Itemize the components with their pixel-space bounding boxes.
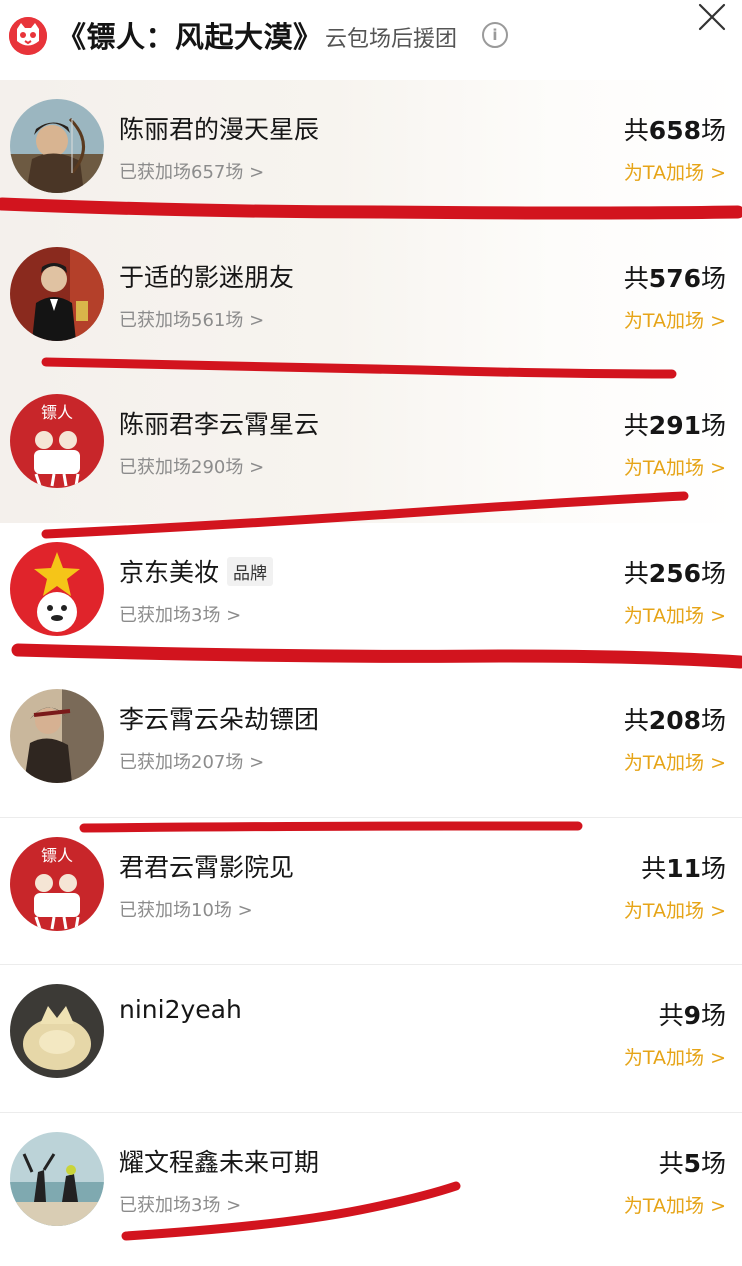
gained-count-link[interactable]: 已获加场3场 >	[119, 1191, 241, 1217]
avatar	[10, 541, 104, 636]
list-item[interactable]: 镖人 君君云霄影院见 已获加场10场 > 共11场 为TA加场 >	[0, 818, 742, 966]
group-name: 于适的影迷朋友	[119, 262, 295, 292]
total-count: 共11场	[641, 853, 726, 883]
total-count: 共658场	[623, 116, 726, 145]
list-item[interactable]: nini2yeah 共9场 为TA加场 >	[0, 965, 742, 1113]
total-count: 共9场	[658, 1001, 726, 1030]
boost-button[interactable]: 为TA加场 >	[624, 601, 726, 628]
list-item[interactable]: 镖人 陈丽君李云霄星云 已获加场290场 > 共291场 为TA加场 >	[0, 375, 742, 523]
gained-count-link[interactable]: 已获加场561场 >	[119, 306, 264, 332]
avatar: 镖人	[10, 836, 104, 931]
group-name: nini2yeah	[119, 995, 242, 1024]
boost-button[interactable]: 为TA加场 >	[624, 158, 726, 185]
gained-count-link[interactable]: 已获加场657场 >	[119, 158, 264, 184]
list-item[interactable]: 陈丽君的漫天星辰 已获加场657场 > 共658场 为TA加场 >	[0, 80, 742, 228]
list-item[interactable]: 于适的影迷朋友 已获加场561场 > 共576场 为TA加场 >	[0, 227, 742, 375]
group-name: 陈丽君的漫天星辰	[119, 115, 320, 144]
group-name: 君君云霄影院见	[119, 852, 295, 882]
list-item[interactable]: 耀文程鑫未来可期 已获加场3场 > 共5场 为TA加场 >	[0, 1113, 742, 1261]
total-count: 共208场	[623, 706, 726, 735]
avatar	[10, 984, 104, 1078]
page-title: 《镖人：风起大漠》	[57, 20, 323, 54]
total-count: 共256场	[623, 558, 726, 588]
group-name: 京东美妆 品牌	[119, 553, 274, 589]
boost-button[interactable]: 为TA加场 >	[624, 1191, 726, 1218]
list-item[interactable]: 李云霄云朵劫镖团 已获加场207场 > 共208场 为TA加场 >	[0, 670, 742, 818]
support-group-list: 陈丽君的漫天星辰 已获加场657场 > 共658场 为TA加场 > 于适的影迷朋…	[0, 80, 742, 1260]
total-count: 共5场	[658, 1148, 726, 1178]
group-name: 耀文程鑫未来可期	[119, 1147, 320, 1177]
group-name: 陈丽君李云霄星云	[119, 410, 320, 439]
gained-count-link[interactable]: 已获加场207场 >	[119, 748, 264, 774]
avatar	[10, 246, 104, 341]
list-item[interactable]: 京东美妆 品牌 已获加场3场 > 共256场 为TA加场 >	[0, 523, 742, 671]
brand-tag: 品牌	[227, 557, 274, 586]
boost-button[interactable]: 为TA加场 >	[624, 453, 726, 480]
close-icon[interactable]	[697, 2, 727, 32]
svg-text:镖人: 镖人	[41, 846, 73, 865]
page-subtitle: 云包场后援团	[325, 27, 458, 52]
avatar	[10, 99, 104, 193]
avatar	[10, 689, 104, 783]
header-bar: 《镖人：风起大漠》 云包场后援团 i	[0, 0, 742, 78]
gained-count-link[interactable]: 已获加场290场 >	[119, 453, 264, 479]
gained-count-link[interactable]: 已获加场10场 >	[119, 896, 253, 922]
gained-count-link[interactable]: 已获加场3场 >	[119, 601, 241, 627]
boost-button[interactable]: 为TA加场 >	[624, 896, 726, 923]
total-count: 共291场	[623, 411, 726, 440]
cat-logo-icon	[9, 17, 47, 55]
boost-button[interactable]: 为TA加场 >	[624, 748, 726, 775]
boost-button[interactable]: 为TA加场 >	[624, 306, 726, 333]
avatar: 镖人	[10, 394, 104, 488]
total-count: 共576场	[623, 263, 726, 293]
boost-button[interactable]: 为TA加场 >	[624, 1043, 726, 1070]
info-icon[interactable]: i	[482, 22, 508, 48]
avatar	[10, 1131, 104, 1226]
svg-text:镖人: 镖人	[41, 403, 73, 422]
group-name: 李云霄云朵劫镖团	[119, 705, 320, 734]
